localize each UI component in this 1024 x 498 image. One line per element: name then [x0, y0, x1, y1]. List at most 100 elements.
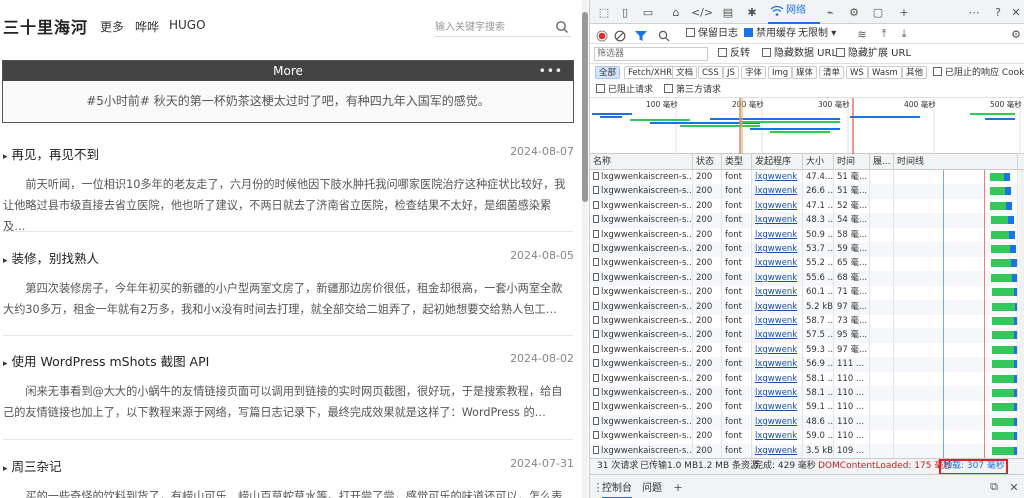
post-title[interactable]: 使用 WordPress mShots 截图 API — [3, 351, 210, 370]
settings-gear-icon[interactable]: ⚙ — [846, 4, 862, 20]
console-icon[interactable]: ▤ — [720, 4, 736, 20]
request-initiator-cell[interactable]: lxgwwenk — [752, 371, 803, 387]
request-row[interactable]: lxgwwenkaiscreen-s... 200 font lxgwwenk 48.6… — [590, 414, 1018, 430]
request-row[interactable]: lxgwwenkaiscreen-s... 200 font lxgwwenk 50.9… — [590, 227, 1018, 243]
column-type[interactable]: 类型 — [722, 154, 752, 170]
request-row[interactable]: lxgwwenkaiscreen-s... 200 font lxgwwenk 55.2… — [590, 256, 1018, 272]
request-row[interactable]: lxgwwenkaiscreen-s... 200 font lxgwwenk 59.0… — [590, 429, 1018, 445]
device-toolbar-icon[interactable]: ▯ — [617, 4, 633, 20]
type-filter-ws[interactable]: WS — [846, 66, 868, 79]
request-initiator-cell[interactable]: lxgwwenk — [752, 357, 803, 373]
post-title[interactable]: 再见，再见不到 — [3, 144, 100, 163]
post-title[interactable]: 装修，别找熟人 — [3, 248, 100, 267]
more-tools-icon[interactable]: ⋯ — [966, 4, 982, 20]
hide-data-url-checkbox[interactable]: 隐藏数据 URL — [762, 46, 837, 62]
request-row[interactable]: lxgwwenkaiscreen-s... 200 font lxgwwenk 26.6… — [590, 184, 1018, 200]
search-input[interactable] — [435, 17, 551, 37]
tab-network[interactable]: 网络 — [768, 0, 820, 24]
request-row[interactable]: lxgwwenkaiscreen-s... 200 font lxgwwenk 58.1… — [590, 371, 1018, 387]
drawer-tab-console[interactable]: 控制台 — [602, 479, 632, 498]
request-initiator-cell[interactable]: lxgwwenk — [752, 213, 803, 229]
column-waterfall[interactable]: 时间线 — [894, 154, 1018, 170]
close-devtools-icon[interactable]: ✕ — [1008, 4, 1024, 20]
column-status[interactable]: 状态 — [693, 154, 722, 170]
drawer-add-tab-icon[interactable]: + — [670, 479, 686, 495]
record-icon[interactable] — [596, 28, 608, 44]
request-row[interactable]: lxgwwenkaiscreen-s... 200 font lxgwwenk 47.1… — [590, 198, 1018, 214]
clear-icon[interactable] — [614, 28, 626, 44]
search-network-icon[interactable] — [658, 28, 670, 44]
request-row[interactable]: lxgwwenkaiscreen-s... 200 font lxgwwenk 3.5 … — [590, 443, 1018, 458]
application-icon[interactable]: ▢ — [870, 4, 886, 20]
sidebar-toggle-icon[interactable]: ▭ — [640, 4, 656, 20]
invert-checkbox[interactable]: 反转 — [718, 46, 750, 62]
blocked-requests-checkbox[interactable]: 已阻止请求 — [596, 82, 653, 98]
request-row[interactable]: lxgwwenkaiscreen-s... 200 font lxgwwenk 57.5… — [590, 328, 1018, 344]
type-filter-doc[interactable]: 文档 — [672, 66, 698, 79]
network-conditions-icon[interactable]: ≋ — [854, 26, 870, 42]
preserve-log-checkbox[interactable]: 保留日志 — [686, 26, 738, 42]
type-filter-font[interactable]: 字体 — [741, 66, 767, 79]
drawer-tab-issues[interactable]: 问题 — [642, 479, 662, 494]
request-row[interactable]: lxgwwenkaiscreen-s... 200 font lxgwwenk 53.7… — [590, 242, 1018, 257]
nav-item-more[interactable]: 更多 — [100, 18, 124, 35]
column-time[interactable]: 时间 — [834, 154, 870, 170]
sources-bug-icon[interactable]: ✱ — [744, 4, 760, 20]
request-initiator-cell[interactable]: lxgwwenk — [752, 400, 803, 416]
column-name[interactable]: 名称 — [590, 154, 693, 170]
nav-item-huahua[interactable]: 哗哗 — [135, 18, 159, 35]
request-initiator-cell[interactable]: lxgwwenk — [752, 198, 803, 214]
nav-item-hugo[interactable]: HUGO — [169, 18, 206, 32]
export-har-icon[interactable]: ⤓ — [896, 26, 912, 42]
request-initiator-cell[interactable]: lxgwwenk — [752, 227, 803, 243]
throttle-select[interactable]: 无限制 ▾ — [798, 26, 836, 42]
dock-drawer-icon[interactable]: ⧉ — [986, 479, 1002, 495]
request-row[interactable]: lxgwwenkaiscreen-s... 200 font lxgwwenk 58.7… — [590, 314, 1018, 329]
request-initiator-cell[interactable]: lxgwwenk — [752, 170, 803, 185]
request-row[interactable]: lxgwwenkaiscreen-s... 200 font lxgwwenk 56.9… — [590, 357, 1018, 373]
network-overview-timeline[interactable]: 100 毫秒 200 毫秒 300 毫秒 400 毫秒 500 毫秒 — [590, 98, 1024, 154]
performance-icon[interactable]: ⌁ — [822, 4, 838, 20]
type-filter-css[interactable]: CSS — [698, 66, 723, 79]
request-initiator-cell[interactable]: lxgwwenk — [752, 256, 803, 272]
blog-scrollbar-thumb[interactable] — [582, 12, 588, 202]
filter-input[interactable] — [594, 47, 708, 61]
column-initiator[interactable]: 发起程序 — [752, 154, 803, 170]
request-row[interactable]: lxgwwenkaiscreen-s... 200 font lxgwwenk 58.1… — [590, 386, 1018, 401]
type-filter-wasm[interactable]: Wasm — [868, 66, 902, 79]
search-icon[interactable] — [555, 20, 569, 34]
type-filter-fetch-xhr[interactable]: Fetch/XHR — [624, 66, 677, 79]
hide-ext-url-checkbox[interactable]: 隐藏扩展 URL — [836, 46, 911, 62]
request-row[interactable]: lxgwwenkaiscreen-s... 200 font lxgwwenk 59.1… — [590, 400, 1018, 416]
close-drawer-icon[interactable]: ✕ — [1006, 479, 1022, 495]
request-initiator-cell[interactable]: lxgwwenk — [752, 414, 803, 430]
request-initiator-cell[interactable]: lxgwwenk — [752, 299, 803, 315]
help-icon[interactable]: ? — [990, 4, 1006, 20]
request-initiator-cell[interactable]: lxgwwenk — [752, 285, 803, 301]
third-party-checkbox[interactable]: 第三方请求 — [664, 82, 721, 98]
column-fulfilled-by[interactable]: 履... — [870, 154, 894, 170]
elements-code-icon[interactable]: </> — [691, 4, 713, 20]
type-filter-img[interactable]: Img — [768, 66, 793, 79]
type-filter-js[interactable]: JS — [723, 66, 739, 79]
blocked-cookies-checkbox[interactable]: 已阻止的响应 Cookie — [933, 65, 1024, 81]
import-har-icon[interactable]: ⤒ — [876, 26, 892, 42]
blog-scrollbar[interactable] — [582, 0, 588, 498]
column-size[interactable]: 大小 — [803, 154, 834, 170]
request-initiator-cell[interactable]: lxgwwenk — [752, 270, 803, 286]
request-row[interactable]: lxgwwenkaiscreen-s... 200 font lxgwwenk 60.1… — [590, 285, 1018, 301]
timeline-selection-handle[interactable] — [739, 98, 743, 154]
request-initiator-cell[interactable]: lxgwwenk — [752, 443, 803, 458]
request-initiator-cell[interactable]: lxgwwenk — [752, 242, 803, 257]
filter-funnel-icon[interactable] — [634, 28, 648, 44]
network-settings-gear-icon[interactable]: ⚙ — [1008, 26, 1024, 42]
request-row[interactable]: lxgwwenkaiscreen-s... 200 font lxgwwenk 47.4… — [590, 170, 1018, 185]
more-options-icon[interactable]: ••• — [539, 61, 563, 81]
type-filter-other[interactable]: 其他 — [902, 66, 928, 79]
add-tab-icon[interactable]: + — [896, 4, 912, 20]
request-initiator-cell[interactable]: lxgwwenk — [752, 386, 803, 401]
disable-cache-checkbox[interactable]: 禁用缓存 — [744, 26, 796, 42]
request-initiator-cell[interactable]: lxgwwenk — [752, 328, 803, 344]
request-row[interactable]: lxgwwenkaiscreen-s... 200 font lxgwwenk 5.2 … — [590, 299, 1018, 315]
site-title[interactable]: 三十里海河 — [3, 14, 88, 38]
